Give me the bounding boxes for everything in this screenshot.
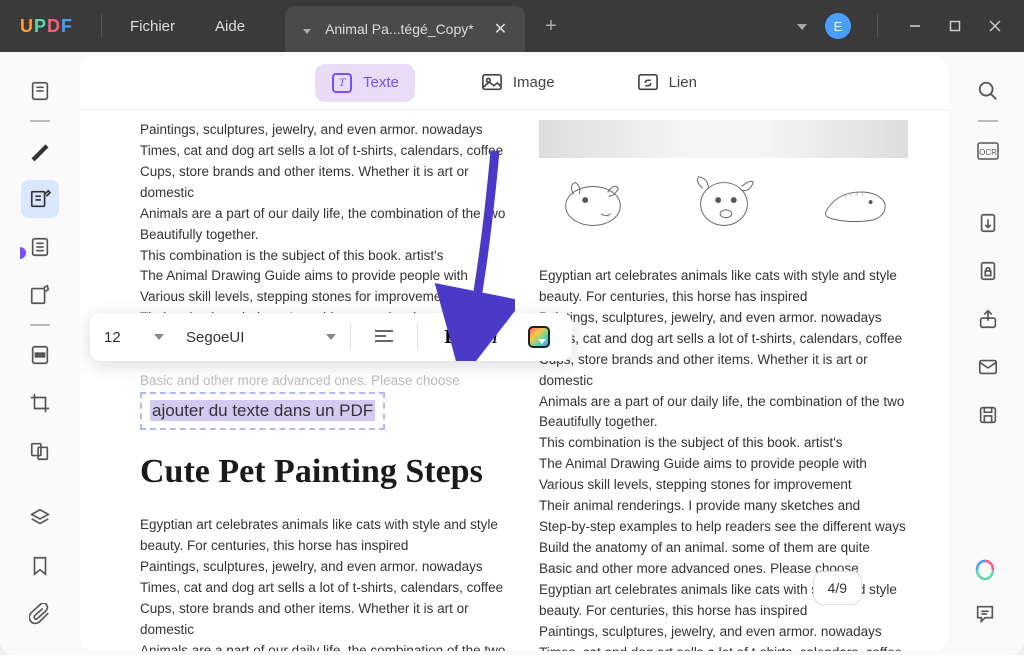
close-button[interactable]: [984, 15, 1006, 37]
attachment-icon[interactable]: [21, 595, 59, 633]
color-swatch-icon: [528, 326, 550, 348]
body-text: Beautifully together.: [539, 412, 908, 433]
svg-text:OCR: OCR: [979, 148, 997, 157]
app-logo: UPDF: [0, 16, 93, 37]
minimize-button[interactable]: [904, 15, 926, 37]
section-heading: Cute Pet Painting Steps: [140, 452, 509, 493]
tab-close-icon[interactable]: ✕: [494, 19, 507, 39]
body-text: The Animal Drawing Guide aims to provide…: [140, 266, 509, 287]
body-text: Paintings, sculptures, jewelry, and even…: [539, 308, 908, 329]
highlighter-tool-icon[interactable]: [21, 132, 59, 170]
body-text: Build the anatomy of an animal. some of …: [539, 538, 908, 559]
new-tab-button[interactable]: +: [545, 15, 557, 38]
left-sidebar: [0, 52, 80, 655]
body-text: Paintings, sculptures, jewelry, and even…: [539, 622, 908, 643]
body-text: This combination is the subject of this …: [140, 246, 509, 267]
body-text: Times, cat and dog art sells a lot of t-…: [539, 643, 908, 651]
font-family-selector[interactable]: SegoeUI: [186, 329, 336, 346]
sketch-row: [539, 172, 908, 236]
chevron-down-icon: [154, 334, 164, 340]
email-icon[interactable]: [969, 348, 1007, 386]
search-icon[interactable]: [969, 72, 1007, 110]
edit-text-tool-icon[interactable]: [21, 180, 59, 218]
bold-button[interactable]: B: [432, 318, 470, 356]
body-text: Egyptian art celebrates animals like cat…: [140, 515, 509, 536]
body-text: The Animal Drawing Guide aims to provide…: [539, 454, 908, 475]
body-text: Cups, store brands and other items. Whet…: [539, 350, 908, 392]
ocr-icon[interactable]: OCR: [969, 132, 1007, 170]
image-tool-button[interactable]: Image: [465, 64, 571, 102]
tab-title: Animal Pa...tégé_Copy*: [325, 21, 474, 37]
body-text: beauty. For centuries, this horse has in…: [140, 536, 509, 557]
link-tool-button[interactable]: Lien: [621, 64, 713, 102]
body-text: beauty. For centuries, this horse has in…: [539, 287, 908, 308]
image-icon: [481, 72, 503, 94]
text-tool-button[interactable]: T Texte: [315, 64, 415, 102]
body-text: Animals are a part of our daily life, th…: [140, 641, 509, 651]
titlebar: UPDF Fichier Aide Animal Pa...tégé_Copy*…: [0, 0, 1024, 52]
body-text: Paintings, sculptures, jewelry, and even…: [140, 120, 509, 141]
chevron-down-icon: [326, 334, 336, 340]
menu-file[interactable]: Fichier: [110, 18, 195, 35]
image-placeholder: [539, 120, 908, 158]
body-text: Animals are a part of our daily life, th…: [140, 204, 509, 225]
comment-icon[interactable]: [966, 595, 1004, 633]
body-text: Various skill levels, stepping stones fo…: [539, 475, 908, 496]
body-text: Their animal renderings. I provide many …: [539, 496, 908, 517]
document-view: T Texte Image Lien Paintings, sculptures…: [80, 56, 948, 651]
maximize-button[interactable]: [944, 15, 966, 37]
body-text: Egyptian art celebrates animals like cat…: [539, 266, 908, 287]
document-content[interactable]: Paintings, sculptures, jewelry, and even…: [80, 110, 948, 651]
chevron-down-icon[interactable]: [797, 17, 807, 35]
body-text: Cups, store brands and other items. Whet…: [140, 599, 509, 641]
body-text: Step-by-step examples to help readers se…: [539, 517, 908, 538]
body-text: This combination is the subject of this …: [539, 433, 908, 454]
compare-tool-icon[interactable]: [21, 432, 59, 470]
body-text: Times, cat and dog art sells a lot of t-…: [140, 578, 509, 599]
protect-icon[interactable]: [969, 252, 1007, 290]
body-text: Paintings, sculptures, jewelry, and even…: [140, 557, 509, 578]
edit-toolbar: T Texte Image Lien: [80, 56, 948, 110]
text-format-toolbar: 12 SegoeUI B I: [90, 313, 572, 361]
form-tool-icon[interactable]: [21, 276, 59, 314]
text-icon: T: [331, 72, 353, 94]
body-text: Cups, store brands and other items. Whet…: [140, 162, 509, 204]
organize-tool-icon[interactable]: [21, 228, 59, 266]
body-text: Times, cat and dog art sells a lot of t-…: [539, 329, 908, 350]
inserted-text-box[interactable]: ajouter du texte dans un PDF: [140, 392, 385, 430]
link-icon: [637, 72, 659, 94]
document-tab[interactable]: Animal Pa...tégé_Copy* ✕: [285, 6, 525, 52]
body-text: Various skill levels, stepping stones fo…: [140, 287, 509, 308]
italic-button[interactable]: I: [476, 318, 514, 356]
body-text: Times, cat and dog art sells a lot of t-…: [140, 141, 509, 162]
font-size-selector[interactable]: 12: [104, 329, 164, 346]
right-sidebar: OCR: [952, 52, 1024, 655]
align-left-button[interactable]: [365, 318, 403, 356]
color-picker-button[interactable]: [520, 318, 558, 356]
crop-tool-icon[interactable]: [21, 384, 59, 422]
share-icon[interactable]: [969, 300, 1007, 338]
convert-icon[interactable]: [969, 204, 1007, 242]
menu-help[interactable]: Aide: [195, 18, 265, 35]
page-indicator[interactable]: 4/9: [813, 571, 862, 605]
save-icon[interactable]: [969, 396, 1007, 434]
body-text: Beautifully together.: [140, 225, 509, 246]
layers-icon[interactable]: [21, 499, 59, 537]
reader-tool-icon[interactable]: [21, 72, 59, 110]
avatar[interactable]: E: [825, 13, 851, 39]
bookmark-icon[interactable]: [21, 547, 59, 585]
body-text: Animals are a part of our daily life, th…: [539, 392, 908, 413]
tab-dropdown-icon[interactable]: [303, 21, 311, 37]
redact-tool-icon[interactable]: [21, 336, 59, 374]
updf-ai-icon[interactable]: [966, 551, 1004, 589]
